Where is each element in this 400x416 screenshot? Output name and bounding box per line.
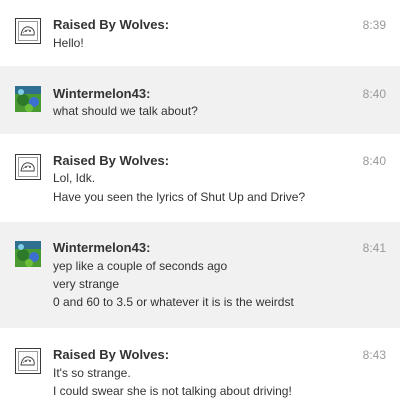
melon-picture-icon	[15, 86, 41, 112]
message-line: Have you seen the lyrics of Shut Up and …	[53, 190, 306, 204]
chat-message: Wintermelon43: 8:41 yep like a couple of…	[0, 222, 400, 328]
message-line: Lol, Idk.	[53, 171, 96, 185]
sketch-drawing-icon	[20, 162, 35, 172]
chat-message: Raised By Wolves: 8:39 Hello!	[0, 0, 400, 66]
message-line: It's so strange.	[53, 366, 131, 380]
sketch-avatar	[15, 154, 41, 180]
message-time: 8:40	[362, 87, 386, 101]
sender-name: Wintermelon43:	[53, 86, 151, 101]
message-time: 8:39	[362, 18, 386, 32]
message-line: 0 and 60 to 3.5 or whatever it is is the…	[53, 295, 294, 309]
sketch-avatar	[15, 348, 41, 374]
message-line: Hello!	[53, 36, 84, 50]
sender-name: Wintermelon43:	[53, 240, 151, 255]
message-line: very strange	[53, 277, 120, 291]
wintermelon-avatar	[15, 241, 41, 267]
sketch-avatar	[15, 18, 41, 44]
wintermelon-avatar	[15, 86, 41, 112]
sender-name: Raised By Wolves:	[53, 347, 170, 362]
melon-picture-icon	[15, 241, 41, 267]
sketch-drawing-icon	[20, 26, 35, 36]
chat-transcript: Raised By Wolves: 8:39 Hello! Wintermelo…	[0, 0, 400, 416]
sender-name: Raised By Wolves:	[53, 153, 170, 168]
chat-message: Raised By Wolves: 8:43 It's so strange. …	[0, 328, 400, 416]
sender-name: Raised By Wolves:	[53, 17, 170, 32]
sketch-drawing-icon	[20, 356, 35, 366]
message-time: 8:43	[362, 348, 386, 362]
chat-message: Wintermelon43: 8:40 what should we talk …	[0, 66, 400, 134]
message-line: I could swear she is not talking about d…	[53, 384, 292, 398]
chat-message: Raised By Wolves: 8:40 Lol, Idk. Have yo…	[0, 134, 400, 222]
message-time: 8:41	[362, 241, 386, 255]
message-time: 8:40	[362, 154, 386, 168]
message-line: what should we talk about?	[53, 104, 198, 118]
message-line: yep like a couple of seconds ago	[53, 259, 228, 273]
